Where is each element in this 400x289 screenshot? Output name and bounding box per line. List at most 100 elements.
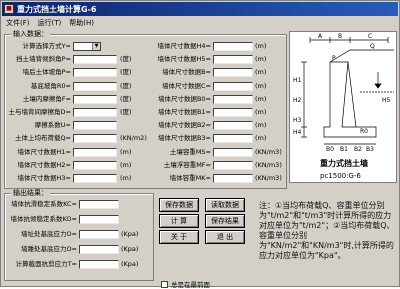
numeric-input[interactable] bbox=[213, 68, 253, 78]
numeric-input[interactable] bbox=[213, 42, 253, 51]
field-unit: (度) bbox=[120, 68, 132, 77]
numeric-input[interactable] bbox=[73, 108, 117, 117]
dim-label-h1: H1 bbox=[293, 77, 302, 84]
output-field[interactable] bbox=[79, 260, 119, 269]
save-result-button[interactable]: 保存结果 bbox=[205, 214, 245, 228]
output-group-legend: 输出结果： bbox=[11, 189, 50, 197]
field-label: 墙体尺寸数据C= bbox=[162, 81, 211, 90]
title-bar: ■ 重力式挡土墙计算G-6 bbox=[2, 2, 398, 16]
checkbox-box[interactable] bbox=[161, 280, 168, 288]
window-title: 重力式挡土墙计算G-6 bbox=[17, 4, 97, 14]
field-label: 土体上均布荷载Q= bbox=[14, 134, 71, 143]
menu-run[interactable]: 运行(T) bbox=[34, 17, 66, 28]
dim-label-b0: B0 bbox=[326, 146, 334, 153]
retaining-wall-diagram: A B C Q H1 H2 H3 H4 H5 B0 B1 B2 B3 R0 P … bbox=[289, 31, 397, 183]
numeric-input[interactable] bbox=[73, 134, 117, 144]
save-data-button[interactable]: 保存数据 bbox=[159, 198, 199, 212]
output-unit: (Kpa) bbox=[121, 245, 139, 253]
field-label: 土与墙背间摩擦角D= bbox=[8, 108, 71, 116]
field-unit: (m) bbox=[255, 81, 267, 90]
output-label: 墙体抗倾稳定系数KO= bbox=[10, 215, 77, 223]
dim-label-a: A bbox=[318, 33, 323, 40]
field-label: 墙体尺寸数据H2= bbox=[17, 160, 71, 169]
field-unit: (度) bbox=[120, 108, 132, 116]
output-unit: (Kpa) bbox=[121, 230, 139, 238]
field-label: 墙后土体坡角P= bbox=[22, 68, 71, 77]
dim-label-h3: H3 bbox=[293, 117, 302, 124]
dim-label-b1: B1 bbox=[340, 146, 348, 153]
dim-label-b: B bbox=[338, 33, 342, 40]
app-icon[interactable]: ■ bbox=[4, 4, 14, 14]
field-label: 挡土墙背倾斜角P= bbox=[16, 55, 71, 64]
output-label: 墙址处基底应力O= bbox=[20, 230, 77, 238]
numeric-input[interactable] bbox=[73, 94, 117, 104]
diagram-code: pc1500:G-6 bbox=[320, 172, 361, 180]
numeric-input[interactable] bbox=[73, 81, 117, 91]
field-unit: (度) bbox=[120, 94, 132, 103]
field-unit: (m) bbox=[255, 134, 267, 143]
numeric-input[interactable] bbox=[73, 121, 117, 131]
dim-label-h4: H4 bbox=[293, 129, 302, 136]
numeric-input[interactable] bbox=[73, 160, 117, 170]
field-unit: (m) bbox=[120, 147, 132, 156]
dim-label-b3: B3 bbox=[366, 146, 374, 153]
numeric-input[interactable] bbox=[73, 55, 117, 65]
method-select[interactable]: ▼ bbox=[73, 42, 101, 51]
numeric-input[interactable] bbox=[213, 94, 253, 104]
field-unit: (度) bbox=[120, 81, 132, 90]
about-button[interactable]: 关 于 bbox=[159, 230, 199, 244]
field-label: 土壤浮容重MF= bbox=[163, 160, 211, 169]
diagram-title: 重力式挡土墙 bbox=[320, 158, 368, 168]
field-label: 墙体尺寸数据H1= bbox=[17, 147, 71, 156]
numeric-input[interactable] bbox=[213, 108, 253, 117]
chevron-down-icon[interactable]: ▼ bbox=[92, 43, 100, 50]
field-label: 墙体尺寸数据H5= bbox=[157, 55, 211, 64]
output-field[interactable] bbox=[79, 245, 119, 254]
field-label: 墙体尺寸数据H3= bbox=[17, 174, 71, 182]
output-field[interactable] bbox=[79, 200, 119, 209]
output-unit: (Kpa) bbox=[121, 260, 139, 268]
numeric-input[interactable] bbox=[213, 160, 253, 170]
output-label: 计算截面抗剪应力T= bbox=[15, 260, 77, 268]
exit-button[interactable]: 退 出 bbox=[205, 230, 245, 244]
numeric-input[interactable] bbox=[73, 174, 117, 183]
numeric-input[interactable] bbox=[213, 121, 253, 131]
numeric-input[interactable] bbox=[213, 55, 253, 65]
numeric-input[interactable] bbox=[73, 68, 117, 78]
field-unit: (度) bbox=[120, 55, 132, 64]
dim-label-q: Q bbox=[370, 43, 375, 50]
app-window: ■ 重力式挡土墙计算G-6 文件(F) 运行(T) 帮助(H) 输入数据： A … bbox=[0, 0, 400, 289]
field-label: 墙体尺寸数据H4= bbox=[157, 42, 211, 50]
field-label: 土壤容重MS= bbox=[169, 147, 211, 156]
field-unit: (m) bbox=[255, 55, 267, 64]
menu-file[interactable]: 文件(F) bbox=[2, 17, 34, 28]
unit-note: 注：①当均布荷载Q、容重单位分别为"t/m2"和"t/m3"时计算所得的应力对应… bbox=[259, 201, 395, 260]
always-on-top-checkbox[interactable]: 总是在最前面 bbox=[161, 279, 210, 289]
field-unit: (m) bbox=[120, 160, 132, 169]
field-unit: (KN/m2) bbox=[120, 134, 147, 143]
numeric-input[interactable] bbox=[213, 147, 253, 157]
field-label: 墙体尺寸数据B2= bbox=[157, 121, 211, 130]
field-label: 墙体容重MK= bbox=[169, 174, 211, 182]
dim-label-c: C bbox=[368, 33, 372, 40]
field-unit: (KN/m3) bbox=[255, 147, 282, 156]
field-unit: (KN/m3) bbox=[255, 160, 282, 169]
calculate-button[interactable]: 计 算 bbox=[159, 214, 199, 228]
field-unit: (m) bbox=[120, 174, 132, 182]
field-unit: (m) bbox=[255, 121, 267, 130]
field-unit: (m) bbox=[255, 108, 267, 116]
numeric-input[interactable] bbox=[213, 134, 253, 144]
menu-help[interactable]: 帮助(H) bbox=[65, 17, 98, 28]
numeric-input[interactable] bbox=[213, 81, 253, 91]
dim-label-r0: R0 bbox=[360, 128, 368, 135]
input-group-legend: 输入数据： bbox=[11, 30, 50, 38]
retaining-wall-drawing: A B C Q H1 H2 H3 H4 H5 B0 B1 B2 B3 R0 P … bbox=[293, 33, 394, 180]
field-unit: (KN/m3) bbox=[255, 174, 282, 182]
read-data-button[interactable]: 读取数据 bbox=[205, 198, 245, 212]
numeric-input[interactable] bbox=[73, 147, 117, 157]
output-field[interactable] bbox=[79, 215, 119, 224]
checkbox-label: 总是在最前面 bbox=[171, 281, 210, 289]
output-label: 墙踵处基底应力O= bbox=[20, 245, 77, 253]
output-field[interactable] bbox=[79, 230, 119, 239]
numeric-input[interactable] bbox=[213, 174, 253, 183]
